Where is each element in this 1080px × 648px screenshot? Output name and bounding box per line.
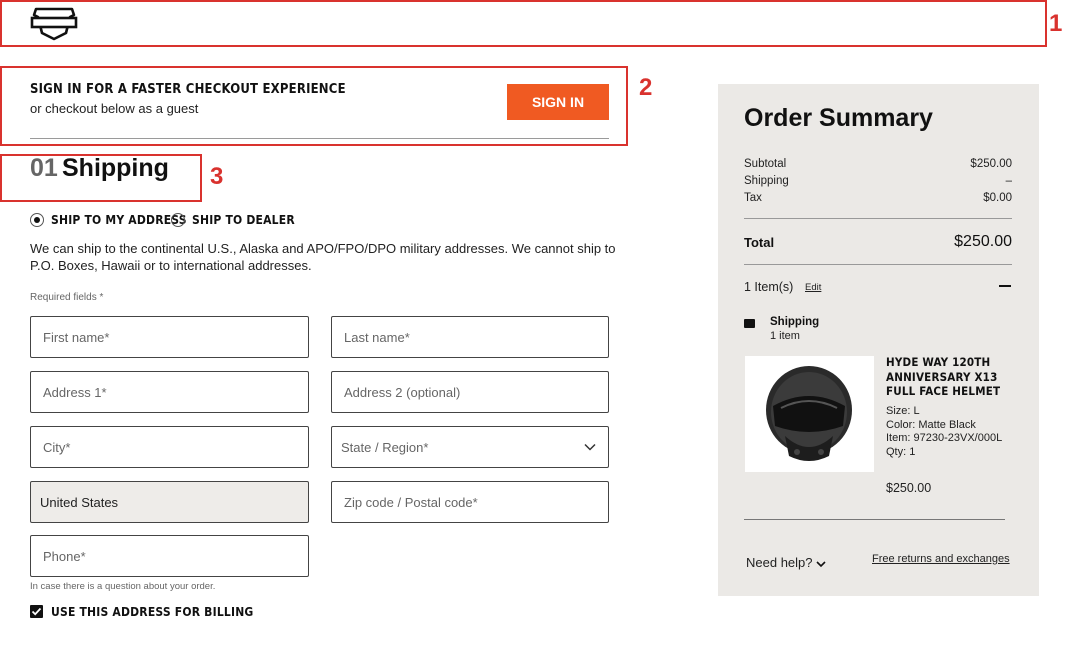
product-details: Size: L Color: Matte Black Item: 97230-2… (886, 405, 1006, 459)
summary-divider (744, 218, 1012, 219)
package-icon (744, 319, 755, 328)
state-select-label: State / Region* (341, 439, 429, 455)
annotation-number-1: 1 (1049, 10, 1063, 37)
ship-to-address-radio[interactable] (30, 213, 44, 227)
product-price: $250.00 (886, 481, 932, 495)
shipping-info-text: We can ship to the continental U.S., Ala… (30, 241, 616, 273)
required-fields-note: Required fields * (30, 292, 104, 303)
phone-helper-text: In case there is a question about your o… (30, 581, 216, 592)
signin-subtitle: or checkout below as a guest (30, 101, 199, 116)
total-value: $250.00 (954, 233, 1012, 250)
divider (30, 138, 609, 139)
chevron-down-icon (816, 560, 826, 567)
state-select[interactable]: State / Region* (331, 426, 609, 468)
first-name-input[interactable] (30, 316, 309, 358)
order-summary-title: Order Summary (744, 104, 933, 132)
phone-input[interactable] (30, 535, 309, 577)
helmet-icon (766, 366, 852, 461)
annotation-number-3: 3 (210, 163, 224, 190)
product-qty: Qty: 1 (886, 445, 916, 458)
ship-to-dealer-label[interactable]: SHIP TO DEALER (192, 213, 295, 227)
shipment-label: Shipping (770, 316, 820, 328)
subtotal-value: $250.00 (970, 158, 1012, 170)
annotation-number-2: 2 (639, 74, 653, 101)
tax-label: Tax (744, 192, 762, 204)
last-name-input[interactable] (331, 316, 609, 358)
summary-divider (744, 519, 1005, 520)
chevron-down-icon (584, 443, 596, 451)
shipping-step-number: 01 (30, 154, 58, 182)
ship-to-address-label[interactable]: SHIP TO MY ADDRESS (51, 213, 187, 227)
shipping-heading: Shipping (62, 154, 169, 182)
zip-input[interactable] (331, 481, 609, 523)
sign-in-button[interactable]: SIGN IN (507, 84, 609, 120)
items-count: 1 Item(s) (744, 280, 794, 294)
summary-divider (744, 264, 1012, 265)
collapse-minus-icon[interactable] (999, 285, 1011, 287)
subtotal-label: Subtotal (744, 158, 787, 170)
ship-to-dealer-radio[interactable] (171, 213, 185, 227)
country-value: United States (40, 494, 119, 510)
need-help-label: Need help? (746, 555, 813, 570)
checkmark-icon (31, 607, 42, 616)
shipping-cost-label: Shipping (744, 175, 789, 187)
address2-input[interactable] (331, 371, 609, 413)
product-item-number: Item: 97230-23VX/000L (886, 432, 1003, 445)
address1-input[interactable] (30, 371, 309, 413)
country-select[interactable]: United States (30, 481, 309, 523)
total-label: Total (744, 235, 775, 250)
shipping-cost-value: – (1005, 175, 1012, 187)
shipment-item-count: 1 item (770, 330, 800, 342)
signin-title: SIGN IN FOR A FASTER CHECKOUT EXPERIENCE (30, 82, 346, 97)
need-help-dropdown[interactable]: Need help? (746, 555, 826, 570)
billing-checkbox-label[interactable]: USE THIS ADDRESS FOR BILLING (51, 605, 254, 619)
tax-value: $0.00 (983, 192, 1012, 204)
product-size: Size: L (886, 405, 920, 417)
product-color: Color: Matte Black (886, 418, 976, 431)
product-name[interactable]: HYDE WAY 120TH ANNIVERSARY X13 FULL FACE… (886, 355, 1016, 399)
edit-items-link[interactable]: Edit (805, 282, 821, 293)
free-returns-link[interactable]: Free returns and exchanges (872, 553, 1010, 565)
billing-checkbox[interactable] (30, 605, 43, 618)
city-input[interactable] (30, 426, 309, 468)
product-image[interactable] (745, 356, 874, 472)
annotation-box-1 (0, 0, 1047, 47)
